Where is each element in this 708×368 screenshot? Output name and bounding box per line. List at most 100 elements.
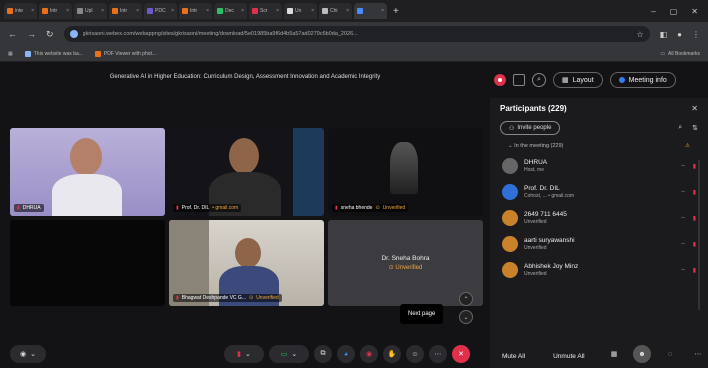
meeting-info-button[interactable]: Meeting info [609, 72, 676, 88]
mic-off-icon[interactable]: ▮ [693, 267, 696, 274]
bookmark-favicon-icon [94, 50, 101, 57]
search-icon[interactable]: ⌕ [532, 73, 546, 87]
reactions-button[interactable]: ☺ [406, 345, 424, 363]
participant-row[interactable]: 2649 711 6445 Unverified – ▮ [490, 205, 708, 231]
search-icon[interactable]: ⌕ [678, 124, 682, 132]
meeting-options-button[interactable]: ◉ ⌄ [10, 345, 46, 363]
video-tile[interactable]: Dr. Sneha Bohra ⊙ Unverified [328, 220, 483, 306]
browser-tab[interactable]: PDC × [144, 3, 177, 19]
browser-tab[interactable]: Dec × [214, 3, 247, 19]
video-off-icon: – [681, 240, 685, 247]
extensions-icon[interactable]: ◧ [660, 30, 668, 39]
participant-row[interactable]: aarti suryawanshi Unverified – ▮ [490, 231, 708, 257]
participant-scrollbar[interactable] [698, 160, 700, 310]
tab-favicon-icon [252, 8, 258, 14]
close-window-icon[interactable]: ✕ [691, 7, 698, 16]
close-tab-icon[interactable]: × [101, 8, 104, 14]
more-options-button[interactable]: ⋯ [429, 345, 447, 363]
background-banner [293, 128, 324, 216]
participant-list: DHRUA Host, me – ▮ Prof. Dr. DIL Cohost, ... … [490, 153, 708, 283]
site-info-icon[interactable] [69, 30, 78, 38]
chevron-down-icon: ⌄ [291, 351, 298, 358]
start-video-button[interactable]: ▭ ⌄ [269, 345, 309, 363]
video-tile[interactable]: ▮ Prof. Dr. DIL • gmail.com [169, 128, 324, 216]
all-bookmarks[interactable]: ▭ All Bookmarks [660, 51, 700, 57]
raise-hand-button[interactable]: ✋ [383, 345, 401, 363]
mic-off-icon[interactable]: ▮ [693, 215, 696, 222]
sort-icon[interactable]: ⇅ [692, 124, 698, 132]
video-tile[interactable]: ▮ sneha bhende ⊙ Unverified [328, 128, 483, 216]
invite-people-button[interactable]: ⚇ Invite people [500, 121, 561, 135]
participant-video [229, 138, 259, 174]
profile-icon[interactable]: ● [677, 30, 682, 39]
more-icon: ◉ [20, 351, 27, 358]
participants-button[interactable]: ☻ [633, 345, 651, 363]
tab-label: Intr [50, 8, 58, 14]
browser-tab[interactable]: Intr × [109, 3, 142, 19]
close-tab-icon[interactable]: × [171, 8, 174, 14]
close-panel-icon[interactable]: ✕ [691, 104, 698, 113]
menu-icon[interactable]: ⋮ [692, 30, 700, 39]
chat-button[interactable]: ◌ [661, 345, 679, 363]
bookmark-item[interactable]: PDF Viewer with phot... [94, 50, 156, 57]
participant-row[interactable]: Abhishek Joy Minz Unverified – ▮ [490, 257, 708, 283]
browser-tab[interactable]: × [354, 3, 387, 19]
bookmark-star-icon[interactable]: ☆ [636, 30, 643, 39]
omnibox[interactable]: gkrisaoni.webex.com/webappng/sites/gkris… [63, 26, 650, 42]
close-tab-icon[interactable]: × [66, 8, 69, 14]
apps-icon[interactable]: ▦ [8, 51, 13, 57]
new-tab-button[interactable]: + [393, 6, 399, 17]
share-button[interactable]: ⧉ [314, 345, 332, 363]
more-panels-button[interactable]: ⋯ [689, 345, 707, 363]
recording-icon[interactable] [494, 74, 506, 86]
maximize-icon[interactable]: ▢ [670, 7, 678, 16]
close-tab-icon[interactable]: × [276, 8, 279, 14]
next-page-button[interactable]: ⌄ [459, 310, 473, 324]
browser-tab[interactable]: Intr × [39, 3, 72, 19]
unmute-button[interactable]: ▮ ⌄ [224, 345, 264, 363]
layout-button[interactable]: ▦ Layout [553, 72, 603, 88]
browser-tab[interactable]: Intr × [179, 3, 212, 19]
video-tile[interactable] [10, 220, 165, 306]
participant-info: DHRUA Host, me [524, 159, 547, 173]
close-tab-icon[interactable]: × [206, 8, 209, 14]
video-off-icon: – [681, 266, 685, 273]
close-tab-icon[interactable]: × [241, 8, 244, 14]
close-tab-icon[interactable]: × [346, 8, 349, 14]
video-tile[interactable]: ▮ DHRUA [10, 128, 165, 216]
mic-off-icon[interactable]: ▮ [693, 163, 696, 170]
close-tab-icon[interactable]: × [31, 8, 34, 14]
record-button[interactable]: ◉ [360, 345, 378, 363]
close-tab-icon[interactable]: × [381, 8, 384, 14]
bookmark-item[interactable]: This website was ba... [24, 50, 83, 57]
minimize-icon[interactable]: – [651, 7, 655, 16]
browser-tab[interactable]: Scr × [249, 3, 282, 19]
participant-video [235, 238, 261, 268]
previous-page-button[interactable]: ⌃ [459, 292, 473, 306]
mic-off-icon[interactable]: ▮ [693, 241, 696, 248]
back-icon[interactable]: ← [8, 29, 17, 39]
leave-meeting-button[interactable]: ✕ [452, 345, 470, 363]
browser-tab[interactable]: inte × [4, 3, 37, 19]
browser-tab[interactable]: Un × [284, 3, 317, 19]
tile-status: Unverified [382, 205, 406, 211]
invite-label: Invite people [517, 125, 552, 131]
browser-tab[interactable]: Chi × [319, 3, 352, 19]
reload-icon[interactable]: ↻ [46, 29, 54, 40]
participant-row[interactable]: DHRUA Host, me – ▮ [490, 153, 708, 179]
video-tile[interactable]: ▮ Bhagwat Deshpande VC G... ⊙ Unverified [169, 220, 324, 306]
tab-label: Chi [330, 8, 338, 14]
participant-row[interactable]: Prof. Dr. DIL Cohost, ... • gmail.com – ▮ [490, 179, 708, 205]
mic-off-icon[interactable]: ▮ [693, 189, 696, 196]
browser-tab[interactable]: Upl × [74, 3, 107, 19]
close-tab-icon[interactable]: × [136, 8, 139, 14]
captions-icon[interactable] [513, 74, 525, 86]
apps-button[interactable]: ▦ [605, 345, 623, 363]
tile-name: sneha bhende [340, 205, 373, 211]
tab-label: Intr [120, 8, 128, 14]
forward-icon[interactable]: → [27, 29, 36, 39]
person-icon: ☻ [638, 350, 646, 358]
in-meeting-section[interactable]: ⌄ In the meeting (229) ⚠ [490, 137, 708, 153]
close-tab-icon[interactable]: × [311, 8, 314, 14]
ai-assistant-button[interactable]: ◕ [337, 345, 355, 363]
